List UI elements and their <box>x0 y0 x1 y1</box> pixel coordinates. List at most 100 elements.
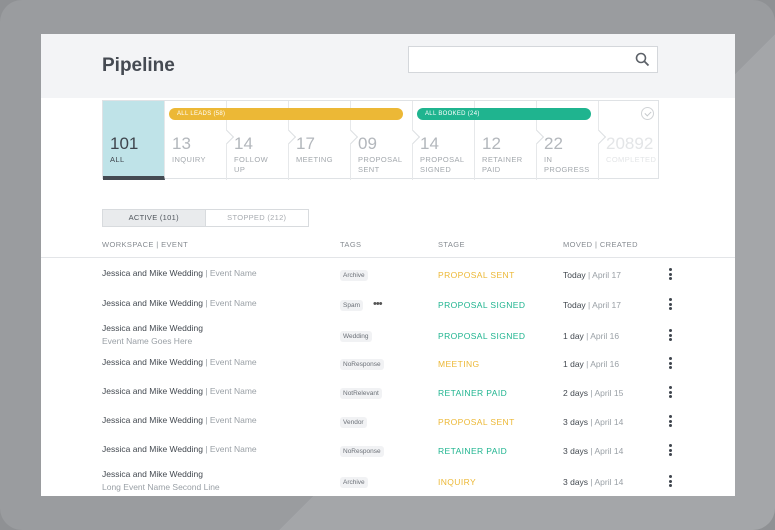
workspace-name: Jessica and Mike Wedding <box>102 323 203 333</box>
stage-label: PROPOSAL SIGNED <box>438 300 526 310</box>
moved-created: 3 days | April 14 <box>563 477 623 487</box>
event-name: Event Name <box>209 386 257 396</box>
divider <box>41 257 735 258</box>
moved-time: Today <box>563 300 586 310</box>
column-header-stage[interactable]: STAGE <box>438 240 465 249</box>
workspace-name: Jessica and Mike Wedding <box>102 469 203 479</box>
check-circle-icon <box>641 107 654 120</box>
tag-badge[interactable]: Archive <box>340 270 368 281</box>
workspace-event[interactable]: Jessica and Mike Wedding | Event Name <box>102 414 257 427</box>
stage-count: 22 <box>544 134 563 153</box>
event-name: Event Name <box>209 444 257 454</box>
kebab-menu-icon[interactable] <box>669 444 672 458</box>
stage-label: COMPLETED <box>606 155 657 164</box>
tag-badge[interactable]: NoResponse <box>340 359 384 370</box>
created-date: | April 16 <box>583 359 620 369</box>
workspace-event[interactable]: Jessica and Mike Wedding Long Event Name … <box>102 468 220 494</box>
workspace-event[interactable]: Jessica and Mike Wedding | Event Name <box>102 267 257 280</box>
stage-all[interactable]: 101 ALL <box>103 101 165 180</box>
event-name: Event Name Goes Here <box>102 336 193 346</box>
app-screen: Pipeline 101 ALL 13 INQUIRY 14 FOLLOW UP… <box>41 34 735 496</box>
moved-created: 1 day | April 16 <box>563 331 619 341</box>
moved-created: 3 days | April 14 <box>563 417 623 427</box>
event-name: Event Name <box>209 268 257 278</box>
moved-time: 3 days <box>563 477 589 487</box>
moved-created: 2 days | April 15 <box>563 388 623 398</box>
stage-count: 101 <box>110 134 139 153</box>
moved-time: 3 days <box>563 417 589 427</box>
separator: | <box>202 386 210 396</box>
stage-label: INQUIRY <box>172 155 206 164</box>
tag-badge[interactable]: NoResponse <box>340 446 384 457</box>
kebab-menu-icon[interactable] <box>669 415 672 429</box>
stage-label: ALL <box>110 155 125 164</box>
moved-time: 2 days <box>563 388 589 398</box>
event-name: Event Name <box>209 298 257 308</box>
workspace-name: Jessica and Mike Wedding <box>102 268 203 278</box>
search-input[interactable] <box>408 46 658 73</box>
moved-time: 1 day <box>563 331 584 341</box>
more-tags-icon[interactable]: ••• <box>373 298 383 310</box>
column-header-tags[interactable]: TAGS <box>340 240 361 249</box>
stage-label: PROPOSAL SENT <box>358 155 403 174</box>
separator: | <box>202 298 210 308</box>
separator: | <box>202 357 210 367</box>
moved-created: 1 day | April 16 <box>563 359 619 369</box>
separator: | <box>202 444 210 454</box>
workspace-name: Jessica and Mike Wedding <box>102 444 203 454</box>
tag-badge[interactable]: Spam <box>340 300 363 311</box>
stage-label: PROPOSAL SIGNED <box>438 331 526 341</box>
all-leads-bar[interactable]: ALL LEADS (58) <box>169 108 403 120</box>
tag-badge[interactable]: Archive <box>340 477 368 488</box>
stage-count: 12 <box>482 134 501 153</box>
stage-label: PROPOSAL SIGNED <box>420 155 465 174</box>
kebab-menu-icon[interactable] <box>669 268 672 282</box>
tag-badge[interactable]: NotRelevant <box>340 388 382 399</box>
kebab-menu-icon[interactable] <box>669 475 672 489</box>
created-date: | April 16 <box>583 331 620 341</box>
stage-count: 20892 <box>606 134 654 153</box>
workspace-event[interactable]: Jessica and Mike Wedding | Event Name <box>102 385 257 398</box>
search-icon[interactable] <box>635 52 650 67</box>
kebab-menu-icon[interactable] <box>669 357 672 371</box>
workspace-event[interactable]: Jessica and Mike Wedding Event Name Goes … <box>102 322 203 348</box>
kebab-menu-icon[interactable] <box>669 386 672 400</box>
moved-created: 3 days | April 14 <box>563 446 623 456</box>
tab-stopped[interactable]: STOPPED (212) <box>205 210 308 226</box>
created-date: | April 15 <box>588 388 624 398</box>
workspace-name: Jessica and Mike Wedding <box>102 415 203 425</box>
tab-active[interactable]: ACTIVE (101) <box>103 210 206 226</box>
stage-count: 14 <box>234 134 253 153</box>
stage-label: MEETING <box>296 155 333 164</box>
kebab-menu-icon[interactable] <box>669 329 672 343</box>
workspace-event[interactable]: Jessica and Mike Wedding | Event Name <box>102 356 257 369</box>
stage-count: 14 <box>420 134 439 153</box>
workspace-event[interactable]: Jessica and Mike Wedding | Event Name <box>102 443 257 456</box>
tag-badge[interactable]: Vendor <box>340 417 367 428</box>
moved-time: Today <box>563 270 586 280</box>
stage-label: INQUIRY <box>438 477 477 487</box>
stage-label: IN PROGRESS <box>544 155 590 174</box>
kebab-menu-icon[interactable] <box>669 298 672 312</box>
workspace-name: Jessica and Mike Wedding <box>102 386 203 396</box>
moved-time: 1 day <box>563 359 584 369</box>
stage-label: RETAINER PAID <box>482 155 523 174</box>
workspace-event[interactable]: Jessica and Mike Wedding | Event Name <box>102 297 257 310</box>
event-name: Event Name <box>209 357 257 367</box>
workspace-name: Jessica and Mike Wedding <box>102 298 203 308</box>
separator: | <box>202 415 210 425</box>
column-header-workspace[interactable]: WORKSPACE | EVENT <box>102 240 188 249</box>
stage-label: PROPOSAL SENT <box>438 270 515 280</box>
moved-time: 3 days <box>563 446 589 456</box>
stage-count: 13 <box>172 134 191 153</box>
tag-badge[interactable]: Wedding <box>340 331 372 342</box>
page-header: Pipeline <box>41 34 735 98</box>
created-date: | April 14 <box>588 446 624 456</box>
all-booked-bar[interactable]: ALL BOOKED (24) <box>417 108 591 120</box>
stage-count: 17 <box>296 134 315 153</box>
created-date: | April 17 <box>585 300 621 310</box>
stage-label: RETAINER PAID <box>438 446 508 456</box>
stage-count: 09 <box>358 134 377 153</box>
moved-created: Today | April 17 <box>563 300 621 310</box>
column-header-moved[interactable]: MOVED | CREATED <box>563 240 638 249</box>
